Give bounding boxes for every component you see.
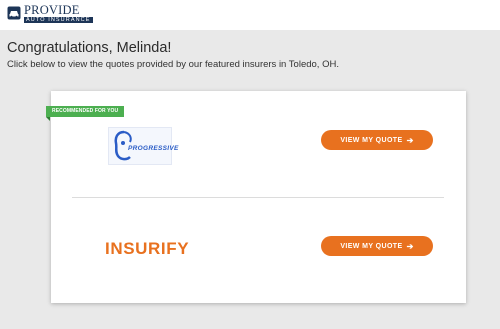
arrow-right-icon: ➔: [406, 241, 414, 251]
logo-main-text: PROVIDE: [24, 3, 80, 17]
provide-logo[interactable]: PROVIDE AUTO INSURANCE: [7, 4, 93, 26]
view-quote-button-insurify[interactable]: VIEW MY QUOTE ➔: [321, 236, 433, 256]
ribbon-fold: [46, 117, 50, 121]
top-bar: PROVIDE AUTO INSURANCE: [0, 0, 500, 30]
offer-divider: [72, 197, 444, 198]
arrow-right-icon: ➔: [406, 135, 414, 145]
view-quote-button-progressive[interactable]: VIEW MY QUOTE ➔: [321, 130, 433, 150]
insurify-logo: INSURIFY: [105, 239, 190, 258]
view-quote-label: VIEW MY QUOTE: [340, 242, 403, 250]
recommended-badge: RECOMMENDED FOR YOU: [46, 106, 125, 117]
view-quote-label: VIEW MY QUOTE: [340, 136, 403, 144]
page-title: Congratulations, Melinda!: [7, 40, 172, 56]
progressive-wordmark: PROGRESSIVE: [128, 145, 179, 152]
logo-sub-text: AUTO INSURANCE: [24, 17, 93, 23]
car-icon: [7, 6, 21, 20]
page-subtitle: Click below to view the quotes provided …: [7, 59, 339, 70]
